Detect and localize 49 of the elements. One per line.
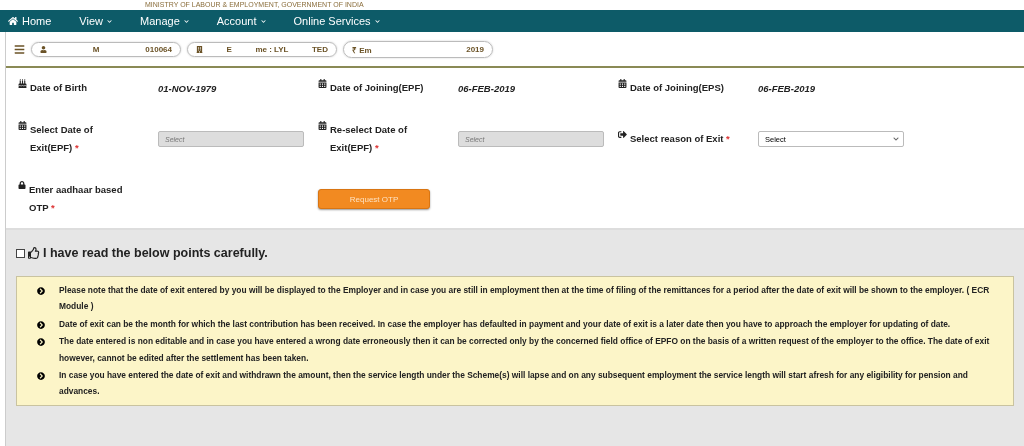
caret-icon — [374, 18, 380, 24]
nav-menu-item[interactable]: Home — [8, 15, 52, 27]
pill-text: 2019 — [466, 44, 484, 54]
lock-icon — [18, 180, 26, 189]
bullet-icon — [37, 287, 45, 295]
calendar-icon — [318, 120, 327, 130]
bullet-icon — [37, 371, 45, 380]
bullet-icon — [37, 338, 45, 347]
home-icon — [8, 16, 18, 26]
detail-label: Date of Joining(EPS) — [618, 78, 758, 97]
caret-icon — [893, 136, 899, 142]
caret-icon — [260, 18, 266, 24]
bullet-icon — [37, 320, 45, 329]
pill-text: me : LYL — [255, 44, 289, 54]
calendar-icon — [618, 78, 627, 88]
note-text: The date entered is non editable and in case you have entered a wrong date erroneously then it can be corrected only by the concerned field office of EPFO on the basis of a written request of the employer to the office. The date of exit however, cannot be edited after the settlement has been taken. — [59, 335, 991, 365]
nav-menu-item[interactable]: View — [79, 15, 112, 27]
detail-value: 06-FEB-2019 — [758, 82, 817, 94]
detail-value: 06-FEB-2019 — [458, 82, 517, 94]
note-text: Date of exit can be the month for which the last contribution has been received. In case the employer has defaulted in payment and your date of exit is a later date then you have to approach the employer for updating of date. — [59, 317, 951, 331]
user-icon — [40, 45, 47, 53]
caret-icon — [107, 18, 112, 24]
pill-text: TED — [312, 44, 328, 54]
field-label: Enter aadhaar based OTP * — [29, 182, 124, 215]
nav-menu-item[interactable]: Online Services — [293, 15, 380, 27]
acknowledge-checkbox[interactable]: I have read the below points carefully. — [16, 238, 1014, 268]
cake-icon — [18, 78, 27, 88]
building-icon — [196, 45, 203, 53]
calendar-icon — [318, 78, 327, 88]
thumbs-up-icon — [28, 247, 40, 259]
menu-icon[interactable] — [14, 43, 25, 55]
checkbox[interactable] — [16, 248, 25, 258]
note-text: Please note that the date of exit entered by you will be displayed to the Employer and in case you are still in employment then at the time of filing of the remittances for a period after the date of exit will be shown to the employer. ( ECR Module ) — [59, 284, 991, 314]
field-label: Select Date of Exit(EPF) * — [30, 122, 94, 155]
pill-text: 010064 — [145, 44, 172, 54]
field-label: Re-select Date of Exit(EPF) * — [330, 122, 409, 155]
pill-text: M — [92, 44, 100, 54]
detail-label: Date of Birth — [18, 78, 158, 97]
detail-label: Date of Joining(EPF) — [318, 78, 458, 97]
note-text: In case you have entered the date of exit and withdrawn the amount, then the service length under the Scheme(s) will lapse and on any subsequent employment the service length will start afresh for any eligibility for pension and advances. — [59, 368, 969, 399]
field-label: Select reason of Exit * — [630, 131, 730, 146]
pill-text: ₹ Em — [352, 44, 372, 55]
nav-menu-item[interactable]: Account — [216, 15, 266, 27]
pill-text: E — [226, 44, 232, 54]
exit-icon — [618, 129, 627, 139]
caret-icon — [183, 18, 189, 24]
calendar-icon — [18, 120, 27, 130]
nav-menu-item[interactable]: Manage — [140, 15, 189, 27]
detail-value: 01-NOV-1979 — [158, 82, 218, 94]
